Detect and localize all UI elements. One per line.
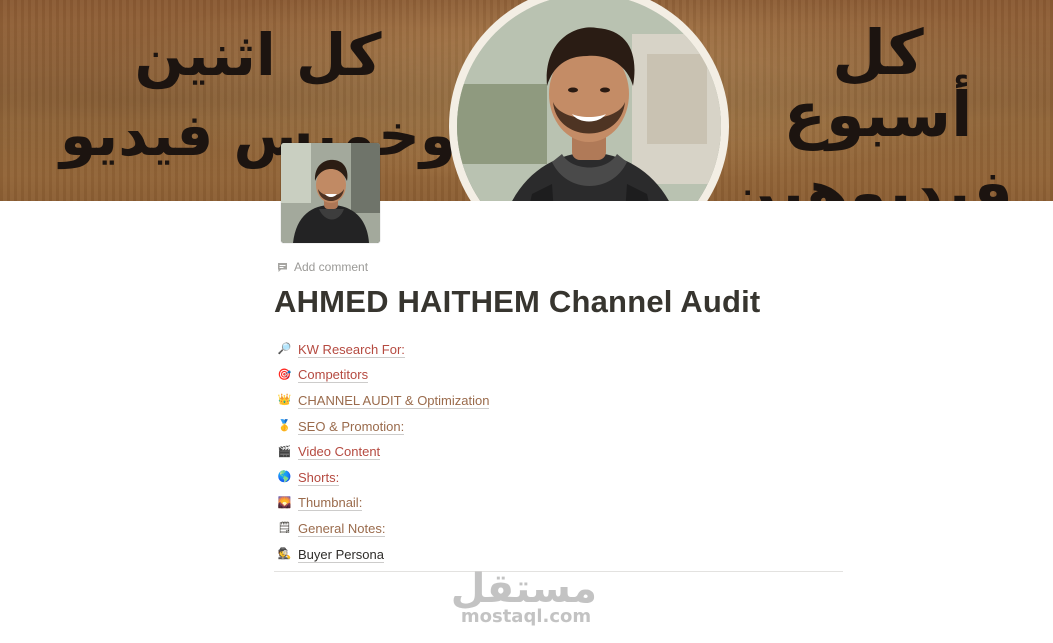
- link-label[interactable]: Competitors: [298, 367, 369, 384]
- portrait-illustration: [457, 0, 721, 201]
- link-label[interactable]: SEO & Promotion:: [298, 419, 405, 435]
- add-comment-button[interactable]: Add comment: [277, 259, 368, 275]
- add-comment-label: Add comment: [294, 260, 369, 274]
- target-icon: 🎯: [277, 368, 292, 381]
- cover-text-right-line-2: فيديوهين: [725, 156, 1013, 202]
- globe-icon: 🌎: [277, 471, 292, 484]
- link-channel-audit[interactable]: 👑 CHANNEL AUDIT & Optimization: [278, 388, 848, 414]
- link-label[interactable]: KW Research For:: [298, 342, 405, 358]
- cover-portrait-frame: [449, 0, 729, 201]
- link-general-notes[interactable]: 🗒 General Notes:: [278, 516, 848, 542]
- link-buyer-persona[interactable]: 🕵 Buyer Persona: [278, 542, 848, 568]
- comment-icon: [278, 262, 287, 272]
- detective-icon: 🕵: [277, 548, 292, 561]
- link-shorts[interactable]: 🌎 Shorts:: [278, 465, 848, 491]
- link-label[interactable]: Shorts:: [298, 470, 340, 486]
- link-video-content[interactable]: 🎬 Video Content: [278, 439, 848, 465]
- cover-text-left: كل اثنين وخميس فيديو: [58, 26, 458, 164]
- link-label[interactable]: CHANNEL AUDIT & Optimization: [298, 393, 490, 409]
- cover-text-right: كل أسبوع فيديوهين: [725, 16, 1013, 202]
- cover-text-left-line-2: وخميس فيديو: [60, 101, 456, 169]
- watermark: مستقل mostaql.com: [451, 566, 597, 636]
- magnifier-icon: 🔎: [277, 343, 292, 356]
- page-icon[interactable]: [281, 143, 380, 243]
- page-icon-photo: [281, 143, 380, 243]
- page-title[interactable]: AHMED HAITHEM Channel Audit: [274, 284, 760, 320]
- link-label[interactable]: Video Content: [298, 444, 381, 461]
- cover-portrait-photo: [457, 0, 721, 201]
- link-label[interactable]: General Notes:: [298, 521, 386, 537]
- link-label[interactable]: Buyer Persona: [298, 547, 384, 563]
- watermark-latin: mostaql.com: [460, 606, 592, 627]
- cover-text-left-line-1: كل اثنين: [134, 21, 382, 89]
- page-cover[interactable]: كل اثنين وخميس فيديو كل أسبوع فيديوهين: [0, 0, 1053, 201]
- link-seo-promotion[interactable]: 🥇 SEO & Promotion:: [278, 414, 848, 440]
- image-icon: 🌄: [277, 496, 292, 509]
- link-thumbnail[interactable]: 🌄 Thumbnail:: [278, 491, 848, 517]
- link-kw-research[interactable]: 🔎 KW Research For:: [278, 337, 848, 363]
- link-competitors[interactable]: 🎯 Competitors: [278, 363, 848, 389]
- notepad-icon: 🗒: [277, 522, 292, 535]
- link-label[interactable]: Thumbnail:: [298, 495, 363, 512]
- crown-icon: 👑: [277, 394, 292, 407]
- page-links-list: 🔎 KW Research For: 🎯 Competitors 👑 CHANN…: [278, 337, 848, 567]
- cover-text-right-line-1: كل أسبوع: [783, 16, 973, 151]
- clapper-icon: 🎬: [277, 445, 292, 458]
- medal-icon: 🥇: [277, 420, 292, 433]
